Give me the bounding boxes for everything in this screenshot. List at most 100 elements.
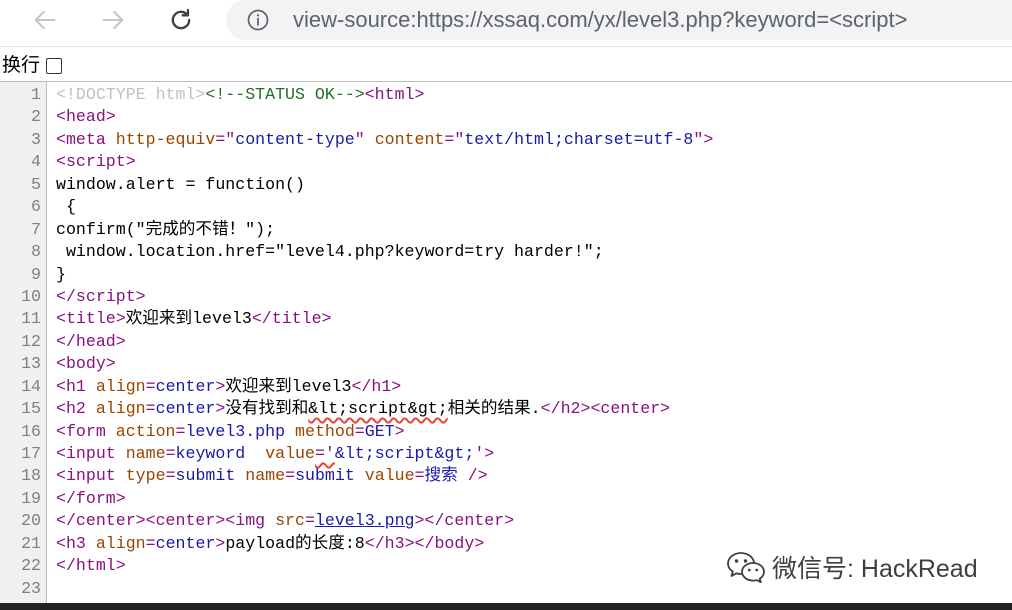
line-content: <title>欢迎来到level3</title> [56,308,332,330]
html-attribute-name: name [125,444,166,463]
forward-button[interactable] [99,6,127,34]
text-content: confirm("完成的不错！"); [56,219,276,239]
html-attribute-value: center [155,399,216,419]
text-content: &lt;script&gt; [308,399,448,419]
source-line: 4 <script> [0,151,1012,173]
source-line: 3 <meta http-equiv="content-type" content… [0,129,1012,151]
url-scheme: view-source:https:// [293,7,483,32]
html-attribute-value: keyword [175,444,246,463]
html-tag: </center> [424,511,515,531]
text-content: 欢迎来到level3 [125,309,252,329]
back-button[interactable] [31,6,59,34]
html-tag: </title> [251,309,332,329]
html-attribute-name: name [245,466,286,486]
reload-icon [171,8,191,30]
html-tag: <body> [56,354,116,374]
html-tag: = [165,444,176,463]
html-attribute-value: content-type [235,129,355,149]
html-tag: " [354,129,375,149]
html-tag: =" [215,129,236,149]
html-tag [285,422,295,441]
line-content: <!DOCTYPE html><!--STATUS OK--><html> [56,84,424,106]
text-content: } [56,264,66,284]
html-attribute-name: align [95,533,146,553]
line-number: 11 [21,309,41,329]
html-attribute-name: method [295,421,355,441]
line-content: { [56,196,76,218]
line-content: <input type=submit name=submit value=搜索 … [56,465,488,487]
line-number: 2 [31,107,41,127]
line-number: 8 [31,242,41,262]
source-line: 6 { [0,196,1012,218]
line-content: window.location.href="level4.php?keyword… [56,241,604,263]
html-tag: = [285,466,296,486]
html-tag: <h1 [56,376,96,396]
line-content: </script> [56,286,146,308]
html-attribute-name: type [125,466,166,486]
html-tag: = [304,511,315,531]
browser-toolbar: view-source:https://xssaq.com/yx/level3.… [0,0,1012,47]
back-arrow-icon [34,10,56,30]
line-number: 5 [31,174,41,194]
url-text[interactable]: view-source:https://xssaq.com/yx/level3.… [293,0,907,40]
line-wrap-label[interactable]: 换行 [2,47,40,84]
html-attribute-name: src [275,511,305,531]
address-bar[interactable]: view-source:https://xssaq.com/yx/level3.… [226,0,1012,40]
html-attribute-name: http-equiv [115,129,216,149]
line-number: 10 [21,286,41,306]
line-number: 14 [21,376,41,396]
source-line: 7 confirm("完成的不错！"); [0,219,1012,241]
source-line: 17 <input name=keyword value='&lt;script&… [0,443,1012,465]
html-tag: > [394,421,405,441]
line-wrap-checkbox[interactable] [46,58,62,74]
html-attribute-name: align [95,399,146,419]
html-tag: <form [56,421,116,441]
html-tag: = [414,466,425,486]
html-tag: </h1> [351,376,402,396]
source-line: 5 window.alert = function() [0,174,1012,196]
html-attribute-value: center [155,533,216,553]
line-number: 16 [21,421,41,441]
html-tag: <h3 [56,533,96,553]
line-number: 23 [21,578,41,598]
html-attribute-value: level3.php [185,421,286,441]
html-doctype: <!DOCTYPE html> [56,85,206,104]
line-number: 7 [31,219,41,239]
html-tag: "> [693,129,714,149]
line-number: 3 [31,129,41,149]
html-tag: = [145,399,156,419]
forward-arrow-icon [102,10,124,30]
html-tag: <title> [56,309,126,329]
html-attribute-value: center [155,376,216,396]
html-tag: = [145,376,156,396]
reload-button[interactable] [167,6,195,34]
line-content: <meta http-equiv="content-type" content=… [56,129,713,151]
html-attribute-name: value [364,466,415,486]
source-line: 13 <body> [0,353,1012,375]
html-tag: </center> [56,511,146,531]
line-number: 21 [21,533,41,553]
line-number: 17 [21,444,41,463]
line-number: 4 [31,152,41,172]
html-tag: /> [457,466,488,486]
html-attribute-name: value [265,444,315,463]
line-content: <h3 align=center>payload的长度:8</h3></body… [56,533,484,555]
html-tag: </script> [56,286,146,306]
line-content: window.alert = function() [56,174,305,196]
line-number: 6 [31,197,41,217]
resource-link[interactable]: level3.png [315,511,415,530]
html-tag: <head> [56,107,116,127]
line-content: } [56,264,66,286]
html-tag: </html> [56,556,126,576]
line-number: 12 [21,331,41,351]
html-attribute-value: submit [295,466,355,486]
site-info-button[interactable] [246,8,270,32]
html-tag: = [145,533,156,553]
html-tag: <h2 [56,399,96,419]
html-tag: <img [225,511,276,531]
watermark-text: 微信号: HackRead [772,555,978,583]
text-content: 欢迎来到level3 [225,376,352,396]
info-icon [247,9,269,31]
source-line: 12 </head> [0,331,1012,353]
html-attribute-value: GET [364,421,395,441]
